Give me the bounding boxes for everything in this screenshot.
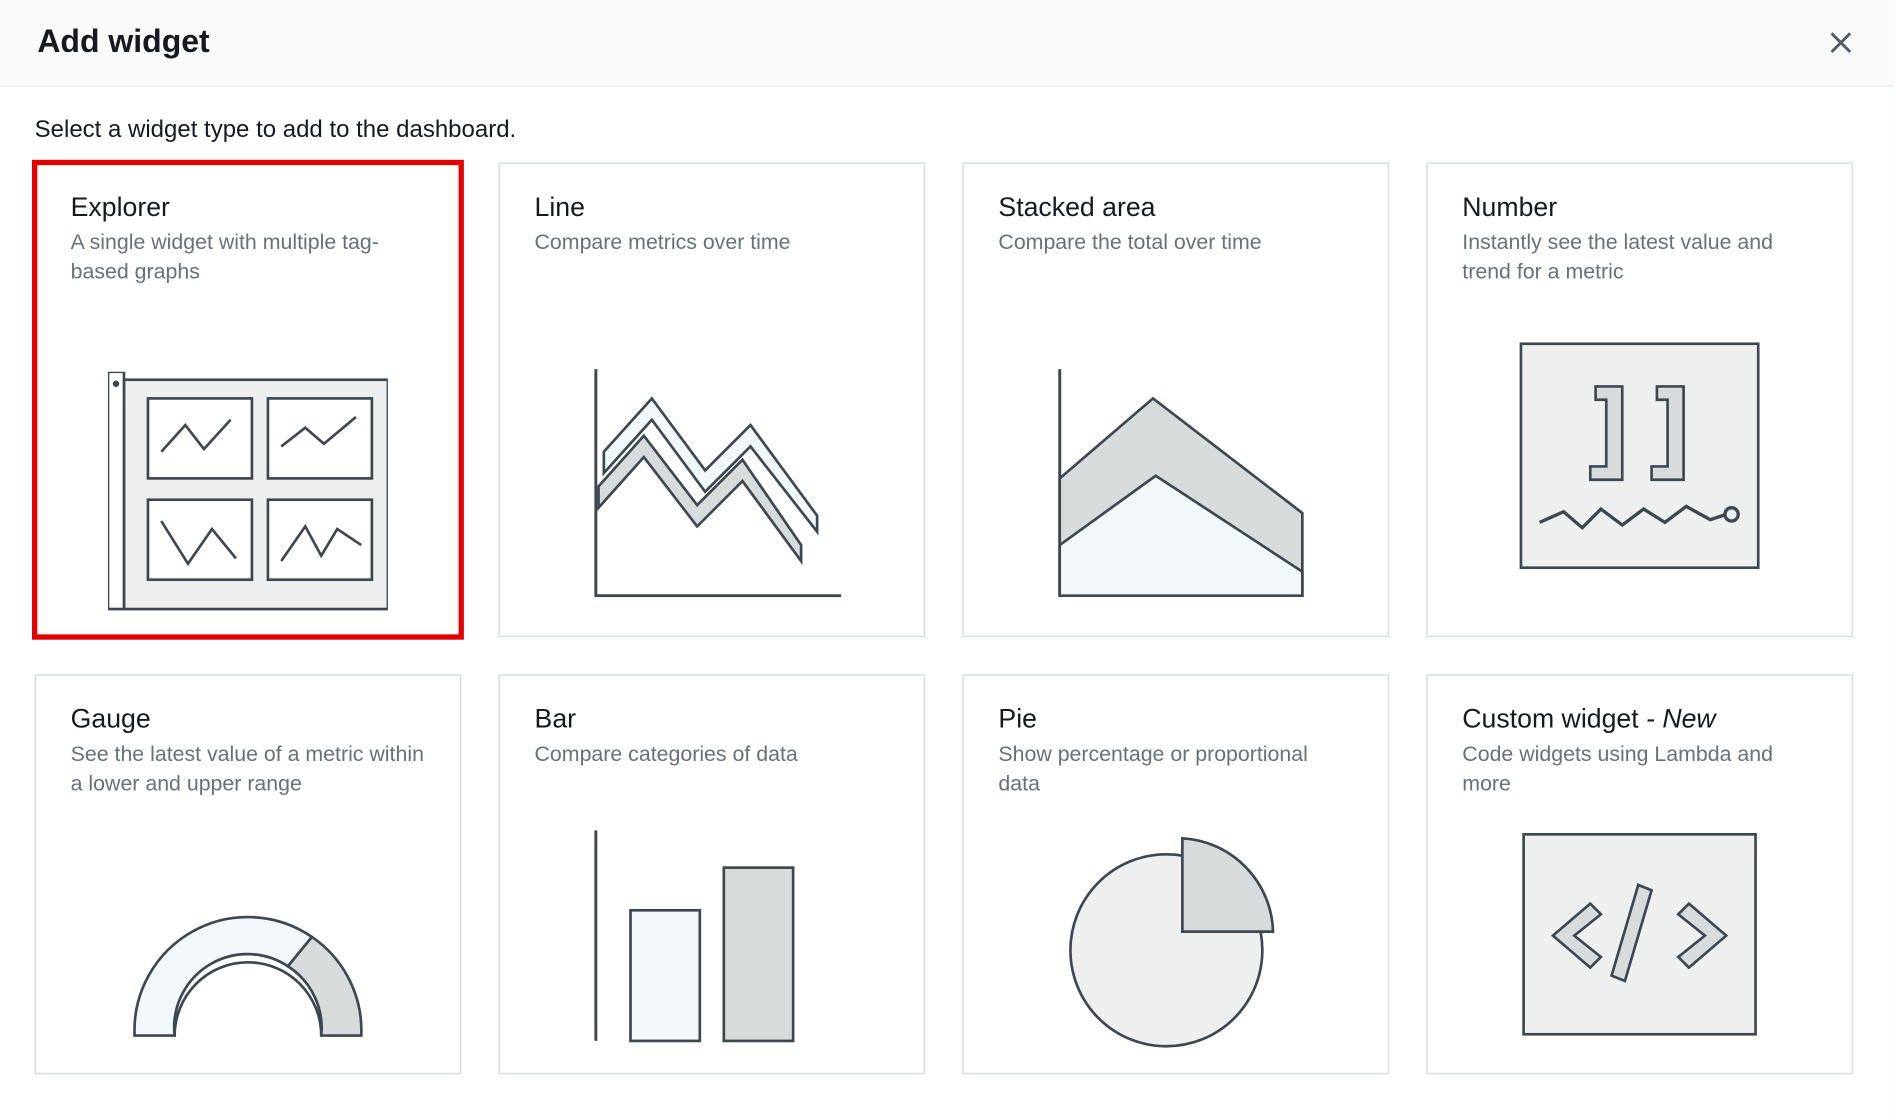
widget-card-gauge[interactable]: Gauge See the latest value of a metric w… xyxy=(35,674,462,1074)
modal-header: Add widget xyxy=(0,0,1894,87)
widget-type-grid: Explorer A single widget with multiple t… xyxy=(35,163,1860,1075)
widget-card-explorer[interactable]: Explorer A single widget with multiple t… xyxy=(35,163,462,638)
widget-card-stacked-area[interactable]: Stacked area Compare the total over time xyxy=(962,163,1389,638)
widget-card-desc: Instantly see the latest value and trend… xyxy=(1462,229,1817,287)
widget-card-desc: A single widget with multiple tag-based … xyxy=(71,229,426,287)
code-widget-icon xyxy=(1462,799,1817,1049)
widget-card-desc: See the latest value of a metric within … xyxy=(71,741,426,799)
modal-body: Select a widget type to add to the dashb… xyxy=(0,87,1894,1118)
new-badge: - New xyxy=(1639,705,1716,734)
widget-card-desc: Compare metrics over time xyxy=(535,229,890,258)
widget-card-title: Line xyxy=(535,193,890,224)
widget-card-desc: Code widgets using Lambda and more xyxy=(1462,741,1817,799)
number-widget-icon xyxy=(1462,287,1817,612)
explorer-icon xyxy=(71,287,426,612)
widget-card-title: Number xyxy=(1462,193,1817,224)
widget-card-number[interactable]: Number Instantly see the latest value an… xyxy=(1426,163,1853,638)
widget-card-desc: Show percentage or proportional data xyxy=(998,741,1353,799)
close-icon xyxy=(1828,29,1855,56)
modal-body-scroll[interactable]: Select a widget type to add to the dashb… xyxy=(0,87,1894,1118)
bar-chart-icon xyxy=(535,770,890,1049)
widget-card-title: Bar xyxy=(535,705,890,736)
instruction-text: Select a widget type to add to the dashb… xyxy=(35,116,1860,144)
widget-card-desc: Compare categories of data xyxy=(535,741,890,770)
widget-card-title: Explorer xyxy=(71,193,426,224)
close-button[interactable] xyxy=(1825,27,1857,59)
widget-card-custom[interactable]: Custom widget - New Code widgets using L… xyxy=(1426,674,1853,1074)
gauge-icon xyxy=(71,799,426,1049)
add-widget-modal: Add widget Select a widget type to add t… xyxy=(0,0,1894,1118)
pie-chart-icon xyxy=(998,799,1353,1049)
widget-card-desc: Compare the total over time xyxy=(998,229,1353,258)
widget-card-title: Gauge xyxy=(71,705,426,736)
line-chart-icon xyxy=(535,258,890,612)
widget-card-title-text: Custom widget xyxy=(1462,705,1638,734)
widget-card-title: Pie xyxy=(998,705,1353,736)
widget-card-line[interactable]: Line Compare metrics over time xyxy=(499,163,926,638)
modal-title: Add widget xyxy=(37,24,209,61)
widget-card-bar[interactable]: Bar Compare categories of data xyxy=(499,674,926,1074)
widget-card-title: Custom widget - New xyxy=(1462,705,1817,736)
stacked-area-chart-icon xyxy=(998,258,1353,612)
widget-card-pie[interactable]: Pie Show percentage or proportional data xyxy=(962,674,1389,1074)
widget-card-title: Stacked area xyxy=(998,193,1353,224)
